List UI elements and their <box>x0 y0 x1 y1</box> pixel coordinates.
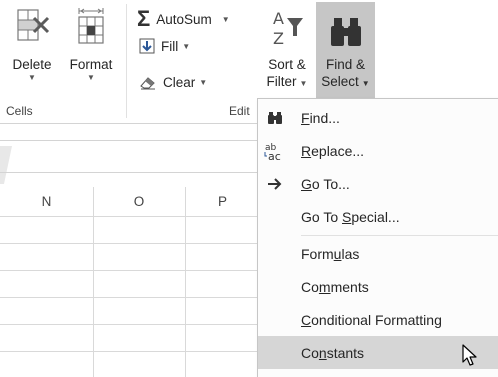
grid-line <box>185 187 186 377</box>
sort-filter-button[interactable]: A Z Sort & Filter ▼ <box>259 0 315 100</box>
format-cells-button[interactable]: Format ▼ <box>62 0 120 100</box>
svg-text:Z: Z <box>273 29 284 48</box>
grid-line <box>0 270 260 271</box>
arrow-right-icon <box>264 174 286 194</box>
delete-cells-button[interactable]: Delete ▼ <box>3 0 61 100</box>
column-header-n[interactable]: N <box>0 187 93 216</box>
delete-cells-icon <box>17 9 50 41</box>
formula-bar-bottom <box>0 172 260 173</box>
group-divider <box>126 4 127 118</box>
cells-group-label: Cells <box>6 104 33 118</box>
editing-group-label: Edit <box>229 104 250 118</box>
grid-line <box>0 297 260 298</box>
format-button-label: Format <box>69 57 113 72</box>
find-select-label-1: Find & <box>325 57 366 72</box>
chevron-down-icon: ▼ <box>87 73 95 82</box>
sort-filter-icon: A Z <box>273 9 303 48</box>
grid-line <box>0 351 260 352</box>
menu-item-formulas[interactable]: Formulas <box>258 237 498 270</box>
chevron-down-icon: ▼ <box>28 73 36 82</box>
menu-item-comments[interactable]: Comments <box>258 270 498 303</box>
menu-item-conditional-formatting[interactable]: Conditional Formatting <box>258 303 498 336</box>
find-select-button[interactable]: Find & Select ▼ <box>316 2 375 98</box>
menu-item-go-to[interactable]: Go To... <box>258 167 498 200</box>
sort-filter-label-1: Sort & <box>268 57 306 72</box>
find-select-menu: Find... ab ac Replace... Go To... Go To S… <box>257 98 498 377</box>
replace-icon: ab ac <box>264 141 286 161</box>
chevron-down-icon: ▼ <box>299 79 308 88</box>
grid-line <box>0 243 260 244</box>
clear-label: Clear <box>163 74 196 90</box>
delete-button-label: Delete <box>12 57 52 72</box>
grid-line <box>93 187 94 377</box>
clear-button[interactable]: Clear ▼ <box>139 74 207 90</box>
fill-label: Fill <box>161 38 179 54</box>
formula-bar-top <box>0 140 260 141</box>
name-box-edge <box>0 146 12 184</box>
menu-separator <box>301 235 498 236</box>
menu-item-replace[interactable]: ab ac Replace... <box>258 134 498 167</box>
grid-line <box>0 324 260 325</box>
sort-filter-label-2: Filter <box>266 74 297 89</box>
menu-item-go-to-special[interactable]: Go To Special... <box>258 200 498 233</box>
chevron-down-icon: ▼ <box>221 14 230 24</box>
svg-text:ac: ac <box>268 150 281 161</box>
menu-item-find[interactable]: Find... <box>258 101 498 134</box>
grid-line <box>0 216 260 217</box>
column-header-o[interactable]: O <box>93 187 185 216</box>
column-header-p[interactable]: P <box>185 187 260 216</box>
find-select-label-2: Select <box>321 74 359 89</box>
sigma-icon: Σ <box>137 6 151 31</box>
fill-down-icon <box>139 38 155 54</box>
autosum-label: AutoSum <box>156 11 212 27</box>
format-cells-icon <box>78 8 104 44</box>
binoculars-icon <box>330 18 361 46</box>
chevron-down-icon: ▼ <box>182 41 191 51</box>
autosum-button[interactable]: Σ AutoSum ▼ <box>137 6 230 31</box>
fill-button[interactable]: Fill ▼ <box>139 38 190 54</box>
chevron-down-icon: ▼ <box>199 77 208 87</box>
eraser-icon <box>140 77 155 90</box>
binoculars-icon <box>264 108 286 128</box>
svg-text:A: A <box>273 9 284 28</box>
mouse-pointer-icon <box>462 344 477 366</box>
chevron-down-icon: ▼ <box>361 79 370 88</box>
